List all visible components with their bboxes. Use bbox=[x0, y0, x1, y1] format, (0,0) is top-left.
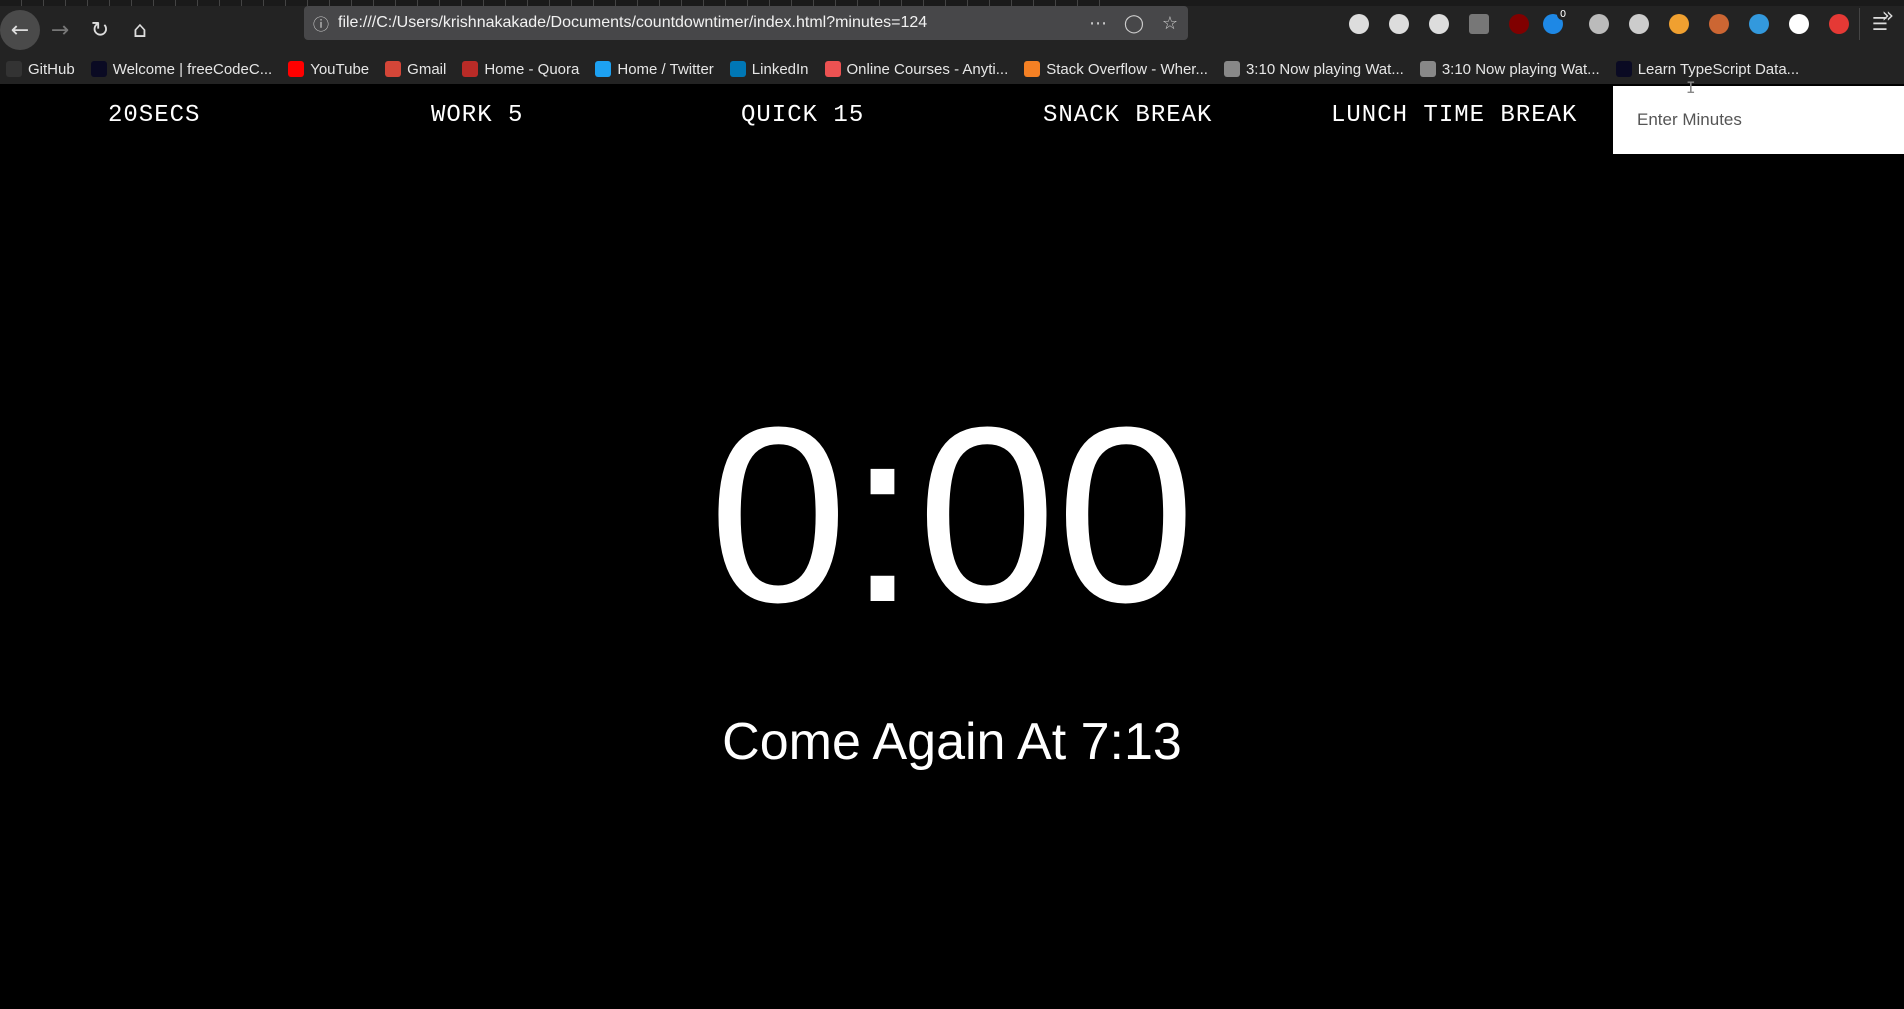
bookmark-item[interactable]: 3:10 Now playing Wat... bbox=[1223, 60, 1404, 78]
site-info-icon[interactable]: ⓘ bbox=[304, 11, 338, 35]
extension-blue-icon-glyph bbox=[1749, 14, 1769, 34]
bookmark-label: Home / Twitter bbox=[617, 60, 714, 78]
stackoverflow-icon bbox=[1024, 61, 1041, 77]
bookmark-label: Learn TypeScript Data... bbox=[1637, 60, 1800, 78]
extension-orange-icon[interactable] bbox=[1659, 8, 1699, 40]
library-icon-glyph bbox=[1349, 14, 1369, 34]
sidebar-icon[interactable] bbox=[1379, 8, 1419, 40]
bookmark-label: LinkedIn bbox=[751, 60, 809, 78]
extension-glasses-icon[interactable] bbox=[1699, 8, 1739, 40]
bookmark-label: 3:10 Now playing Wat... bbox=[1441, 60, 1600, 78]
bookmark-label: Online Courses - Anyti... bbox=[846, 60, 1009, 78]
twitter-icon bbox=[595, 61, 612, 77]
bookmark-item[interactable]: Online Courses - Anyti... bbox=[824, 60, 1009, 78]
reload-icon[interactable]: ↻ bbox=[80, 10, 120, 50]
extension-close-icon[interactable] bbox=[1819, 8, 1859, 40]
ghostery-badge: 0 bbox=[1556, 8, 1570, 20]
bookmark-item[interactable]: 3:10 Now playing Wat... bbox=[1419, 60, 1600, 78]
ublock-icon-glyph bbox=[1509, 14, 1529, 34]
bookmarks-bar: GitHub Welcome | freeCodeC... YouTube Gmail… bbox=[0, 54, 1904, 84]
bookmark-label: GitHub bbox=[28, 60, 75, 78]
bookmark-item[interactable]: LinkedIn bbox=[729, 60, 809, 78]
globe-icon bbox=[1223, 61, 1240, 77]
account-icon[interactable] bbox=[1419, 8, 1459, 40]
linkedin-icon bbox=[729, 61, 746, 77]
extension-blue-icon[interactable] bbox=[1739, 8, 1779, 40]
bookmark-label: Stack Overflow - Wher... bbox=[1046, 60, 1208, 78]
extension-gray-icon[interactable] bbox=[1459, 8, 1499, 40]
bookmark-item[interactable]: Learn TypeScript Data... bbox=[1615, 60, 1800, 78]
bookmark-item[interactable]: Gmail bbox=[385, 61, 446, 78]
bookmark-item[interactable]: Welcome | freeCodeC... bbox=[90, 60, 273, 78]
freecodecamp-icon bbox=[1615, 61, 1632, 77]
timer-button-snack-break[interactable]: SNACK BREAK bbox=[1043, 102, 1212, 129]
bookmark-label: Gmail bbox=[407, 60, 447, 78]
home-icon[interactable]: ⌂ bbox=[120, 10, 160, 50]
browser-chrome: ← → ↻ ⌂ ⓘ file:///C:/Users/krishnakakade… bbox=[0, 0, 1904, 84]
github-icon bbox=[6, 61, 22, 77]
sidebar-icon-glyph bbox=[1389, 14, 1409, 34]
quora-icon bbox=[462, 61, 479, 77]
url-text[interactable]: file:///C:/Users/krishnakakade/Documents… bbox=[338, 14, 1080, 32]
privacy-badger-icon-glyph bbox=[1629, 14, 1649, 34]
extension-gray-icon-glyph bbox=[1469, 14, 1489, 34]
toolbar-extensions: 0 ☰ bbox=[1339, 6, 1900, 42]
gmail-icon bbox=[385, 61, 402, 77]
text-cursor-icon: I bbox=[1686, 78, 1696, 97]
bookmark-label: Home - Quora bbox=[484, 60, 580, 78]
url-bar[interactable]: ⓘ file:///C:/Users/krishnakakade/Documen… bbox=[304, 6, 1188, 40]
extension-bird-icon-glyph bbox=[1589, 14, 1609, 34]
extension-pin-icon-glyph bbox=[1789, 14, 1809, 34]
ublock-icon[interactable] bbox=[1499, 8, 1539, 40]
account-icon-glyph bbox=[1429, 14, 1449, 34]
end-time-display: Come Again At 7:13 bbox=[722, 713, 1182, 771]
timer-button-work-5[interactable]: WORK 5 bbox=[431, 102, 523, 129]
time-left-display: 0:00 bbox=[708, 375, 1196, 654]
ghostery-icon[interactable]: 0 bbox=[1539, 8, 1579, 40]
bookmark-item[interactable]: Home / Twitter bbox=[595, 60, 714, 78]
library-icon[interactable] bbox=[1339, 8, 1379, 40]
bookmark-item[interactable]: YouTube bbox=[288, 61, 369, 78]
timer-button-lunch-time-break[interactable]: LUNCH TIME BREAK bbox=[1331, 102, 1577, 129]
bookmark-item[interactable]: Stack Overflow - Wher... bbox=[1024, 61, 1208, 78]
youtube-icon bbox=[288, 61, 305, 77]
bookmark-label: YouTube bbox=[310, 60, 370, 78]
forward-icon[interactable]: → bbox=[40, 10, 80, 50]
timer-button-quick-15[interactable]: QUICK 15 bbox=[741, 102, 864, 129]
back-icon[interactable]: ← bbox=[0, 10, 40, 50]
globe-icon bbox=[1419, 61, 1436, 77]
udemy-icon bbox=[824, 61, 841, 77]
bookmark-item[interactable]: Home - Quora bbox=[462, 61, 579, 78]
extension-bird-icon[interactable] bbox=[1579, 8, 1619, 40]
freecodecamp-icon bbox=[90, 61, 107, 77]
bookmark-label: Welcome | freeCodeC... bbox=[112, 60, 273, 78]
more-actions-icon[interactable]: ⋯ bbox=[1080, 13, 1116, 34]
extension-pin-icon[interactable] bbox=[1779, 8, 1819, 40]
privacy-badger-icon[interactable] bbox=[1619, 8, 1659, 40]
bookmark-label: 3:10 Now playing Wat... bbox=[1245, 60, 1404, 78]
bookmark-star-icon[interactable]: ☆ bbox=[1152, 13, 1188, 34]
extension-orange-icon-glyph bbox=[1669, 14, 1689, 34]
minutes-input[interactable] bbox=[1613, 86, 1904, 154]
pocket-icon[interactable]: ◯ bbox=[1116, 13, 1152, 34]
bookmarks-overflow-icon[interactable]: » bbox=[1882, 0, 1894, 30]
extension-close-icon-glyph bbox=[1829, 14, 1849, 34]
extension-glasses-icon-glyph bbox=[1709, 14, 1729, 34]
bookmark-item[interactable]: GitHub bbox=[6, 61, 75, 78]
timer-button-20secs[interactable]: 20SECS bbox=[108, 102, 200, 129]
